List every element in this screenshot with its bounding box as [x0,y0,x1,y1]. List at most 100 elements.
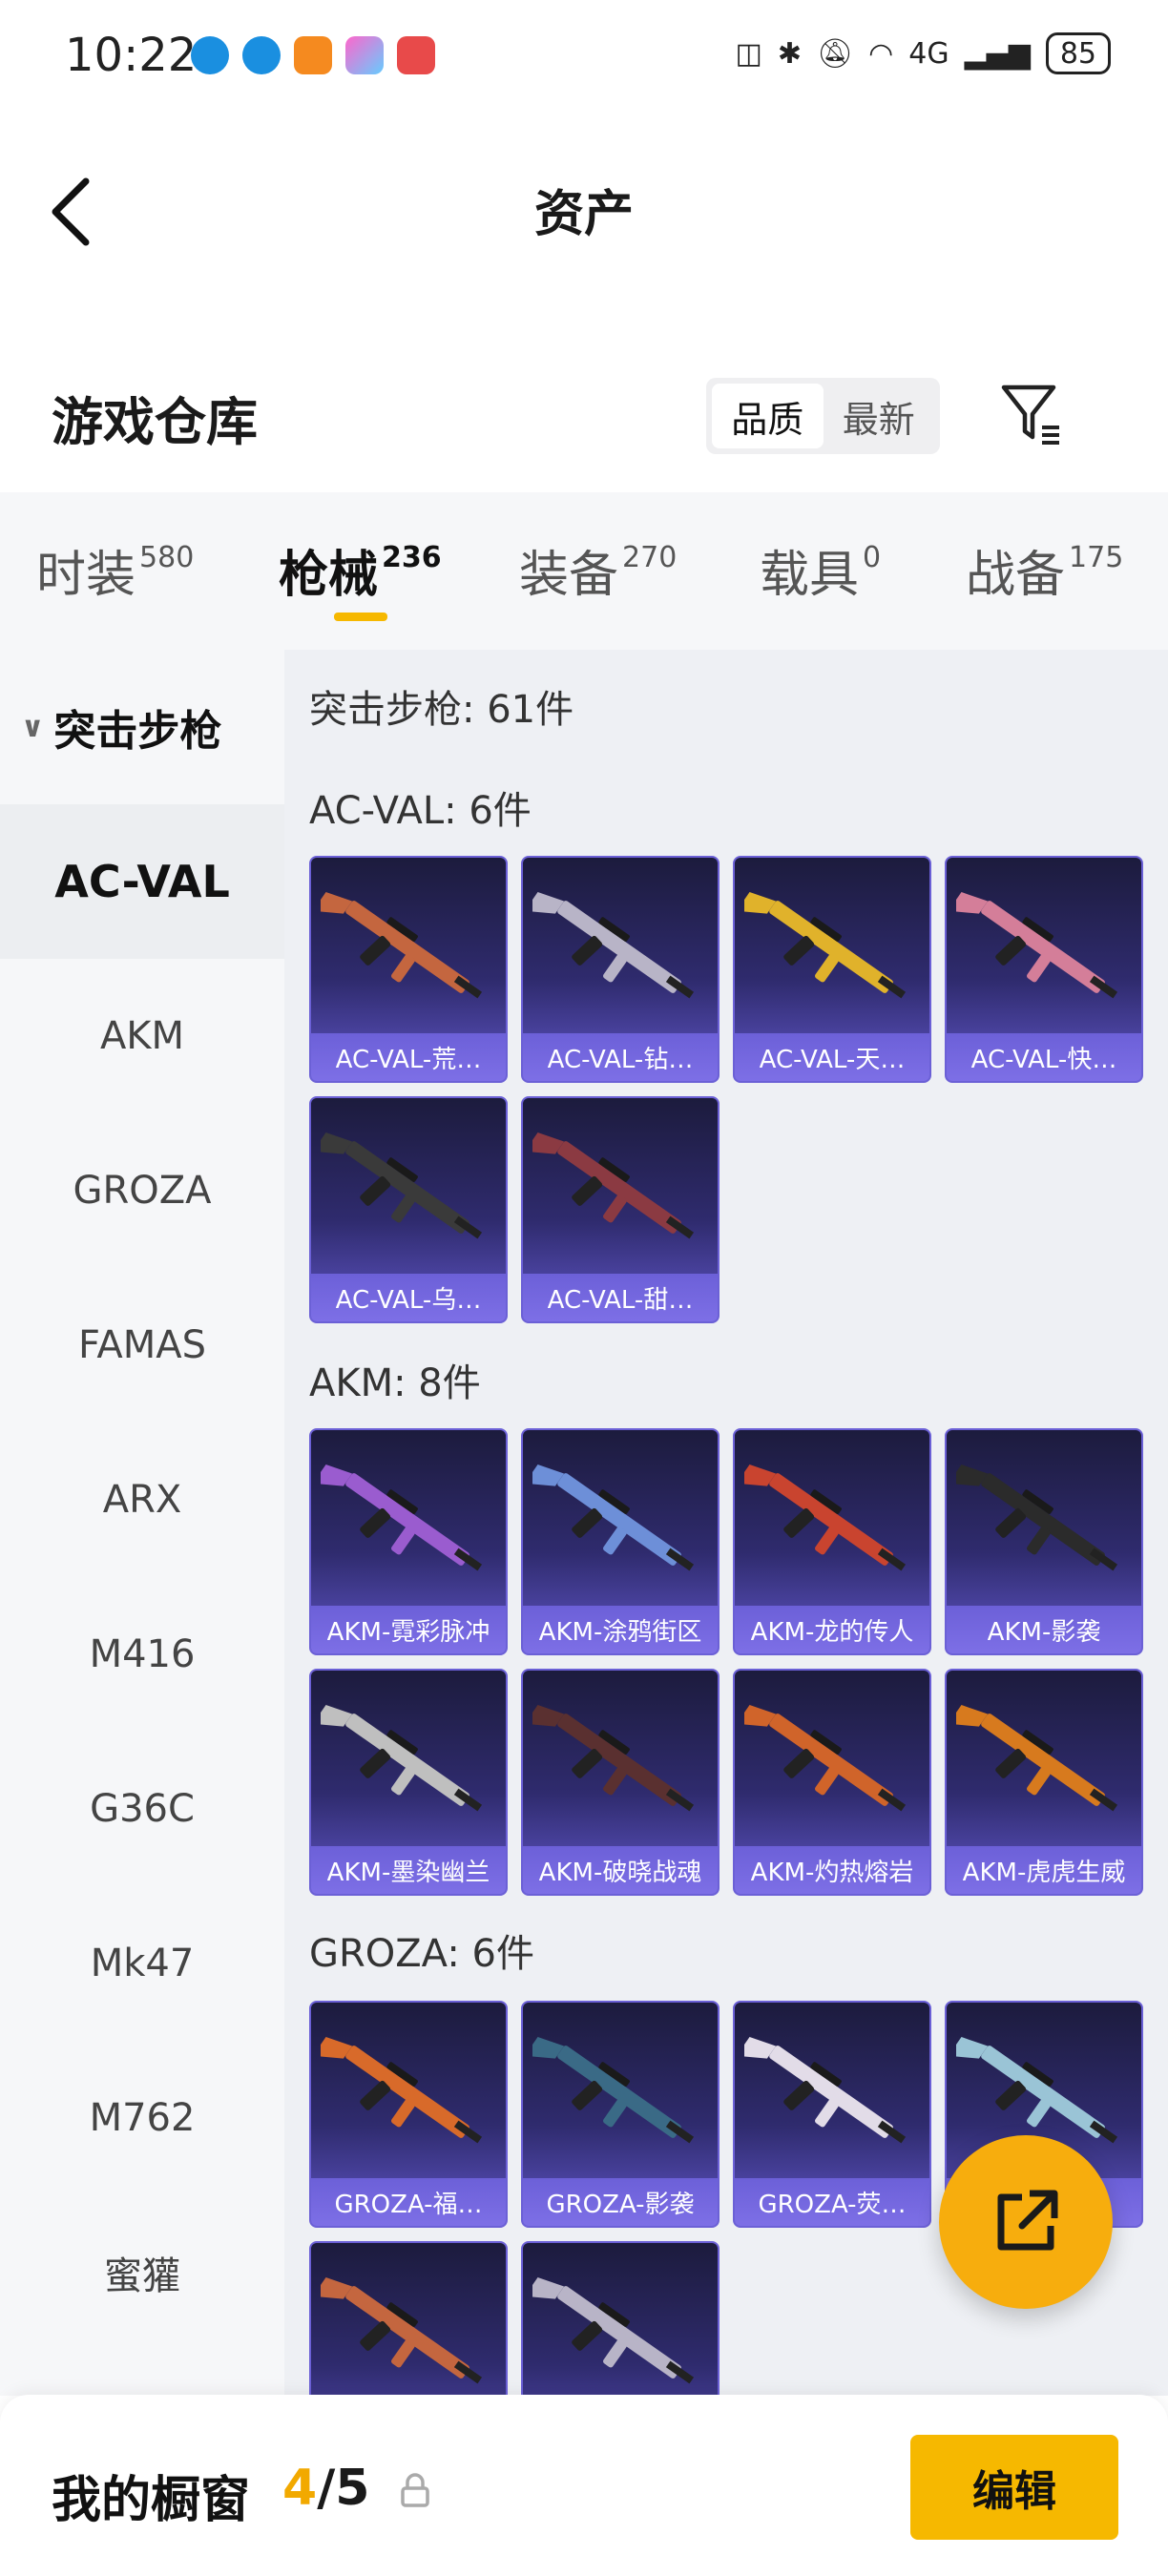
app-notification-icon [191,36,229,74]
item-card-label: AKM-影袭 [947,1606,1141,1653]
rifle-icon [321,892,483,999]
item-card[interactable]: AKM-影袭 [945,1428,1143,1655]
sort-newest-button[interactable]: 最新 [824,384,935,448]
rifle-icon [321,1465,483,1571]
lock-icon [401,2473,429,2507]
item-card[interactable]: AC-VAL-甜… [521,1096,720,1323]
rifle-icon [532,2037,695,2144]
app-notification-icon [242,36,281,74]
item-card-label: AC-VAL-甜… [523,1274,718,1321]
rifle-icon [744,892,907,999]
item-card[interactable] [309,2241,508,2396]
sidebar-item[interactable]: G36C [0,1732,284,1886]
group-title: AKM: 8件 [309,1361,481,1405]
rifle-icon [956,892,1118,999]
item-card[interactable]: AKM-霓彩脉冲 [309,1428,508,1655]
sort-toggle: 品质 最新 [706,378,940,454]
item-card-label: GROZA-荧… [735,2178,929,2226]
category-count-title: 突击步枪: 61件 [309,688,574,732]
sidebar-item[interactable]: FAMAS [0,1268,284,1423]
battery-indicator: 85 [1045,32,1111,74]
sidebar-item[interactable]: 蜜獾 [0,2195,284,2350]
group-title: AC-VAL: 6件 [309,789,532,833]
item-card[interactable]: AC-VAL-荒… [309,856,508,1083]
item-card[interactable]: AC-VAL-快… [945,856,1143,1083]
status-app-icons [191,36,435,74]
nfc-icon: ◫ [735,36,762,71]
mute-icon: 🔕︎ [816,36,854,71]
tab-gear[interactable]: 战备 175 [966,534,1123,606]
item-card[interactable]: AC-VAL-天… [733,856,931,1083]
item-card-label: AKM-灼热熔岩 [735,1846,929,1894]
item-card[interactable]: AKM-龙的传人 [733,1428,931,1655]
sidebar: ∨ 突击步枪 AC-VAL AKM GROZA FAMAS ARX M416 G… [0,650,284,2396]
item-card[interactable]: AKM-虎虎生威 [945,1669,1143,1896]
item-card-label: AKM-破晓战魂 [523,1846,718,1894]
filter-icon[interactable] [998,380,1065,447]
sidebar-group-assault-rifles[interactable]: ∨ 突击步枪 [0,650,284,804]
bluetooth-icon: ✱ [777,36,802,71]
book-app-icon [397,36,435,74]
item-card[interactable]: GROZA-荧… [733,2001,931,2228]
status-bar: 10:22 ◫ ✱ 🔕︎ ◠ 4G ▂▄▆ 85 [0,0,1168,114]
sidebar-item[interactable]: Mk47 [0,1886,284,2041]
rifle-icon [956,1465,1118,1571]
item-card[interactable]: AKM-灼热熔岩 [733,1669,931,1896]
item-card[interactable] [521,2241,720,2396]
tab-fashion[interactable]: 时装 580 [36,534,194,606]
sidebar-item[interactable]: AKM [0,959,284,1113]
item-grid-panel: 突击步枪: 61件 AC-VAL: 6件 AKM: 8件 GROZA: 6件 A… [284,650,1168,2396]
item-card-label: AC-VAL-天… [735,1033,929,1081]
rifle-icon [532,1465,695,1571]
item-card-label: AKM-龙的传人 [735,1606,929,1653]
status-right: ◫ ✱ 🔕︎ ◠ 4G ▂▄▆ 85 [735,32,1111,74]
rifle-icon [321,2277,483,2384]
share-button[interactable] [939,2135,1113,2309]
tab-equipment[interactable]: 装备 270 [519,534,677,606]
window-count: 4/5 [282,2460,370,2517]
rifle-icon [532,1705,695,1812]
item-card[interactable]: AKM-涂鸦街区 [521,1428,720,1655]
rifle-icon [532,1132,695,1239]
sidebar-item[interactable]: M762 [0,2041,284,2195]
sidebar-item[interactable]: M416 [0,1577,284,1732]
rifle-icon [321,1132,483,1239]
sidebar-item[interactable]: ARX [0,1423,284,1577]
sort-quality-button[interactable]: 品质 [712,384,824,448]
sidebar-item[interactable]: AC-VAL [0,804,284,959]
item-card-label: AC-VAL-钻… [523,1033,718,1081]
rifle-icon [956,1705,1118,1812]
app-notification-icon [345,36,384,74]
wifi-icon: ◠ [868,36,894,71]
item-card-label: AKM-墨染幽兰 [311,1846,506,1894]
active-tab-indicator [334,613,387,621]
video-app-icon [294,36,332,74]
rifle-icon [321,1705,483,1812]
edit-button[interactable]: 编辑 [910,2435,1118,2540]
group-title: GROZA: 6件 [309,1932,534,1976]
item-card[interactable]: AC-VAL-钻… [521,856,720,1083]
item-card[interactable]: AKM-墨染幽兰 [309,1669,508,1896]
sidebar-item[interactable]: GROZA [0,1113,284,1268]
item-card-label: GROZA-福… [311,2178,506,2226]
item-card-label: AC-VAL-快… [947,1033,1141,1081]
tab-vehicles[interactable]: 载具 0 [760,534,881,606]
rifle-icon [532,892,695,999]
warehouse-title: 游戏仓库 [52,392,258,452]
my-window-label: 我的橱窗 [52,2472,251,2529]
header: 资产 [0,114,1168,296]
item-card[interactable]: AC-VAL-乌… [309,1096,508,1323]
rifle-icon [744,1465,907,1571]
item-card-label: AKM-涂鸦街区 [523,1606,718,1653]
item-card[interactable]: GROZA-影袭 [521,2001,720,2228]
item-card[interactable]: AKM-破晓战魂 [521,1669,720,1896]
status-time: 10:22 [65,29,198,82]
bottom-bar: 我的橱窗 4/5 编辑 [0,2395,1168,2576]
signal-icon: ▂▄▆ [964,36,1031,71]
item-card[interactable]: GROZA-福… [309,2001,508,2228]
item-card-label: AC-VAL-荒… [311,1033,506,1081]
rifle-icon [321,2037,483,2144]
rifle-icon [744,2037,907,2144]
tab-firearms[interactable]: 枪械 236 [279,534,442,606]
item-card-label: AKM-霓彩脉冲 [311,1606,506,1653]
